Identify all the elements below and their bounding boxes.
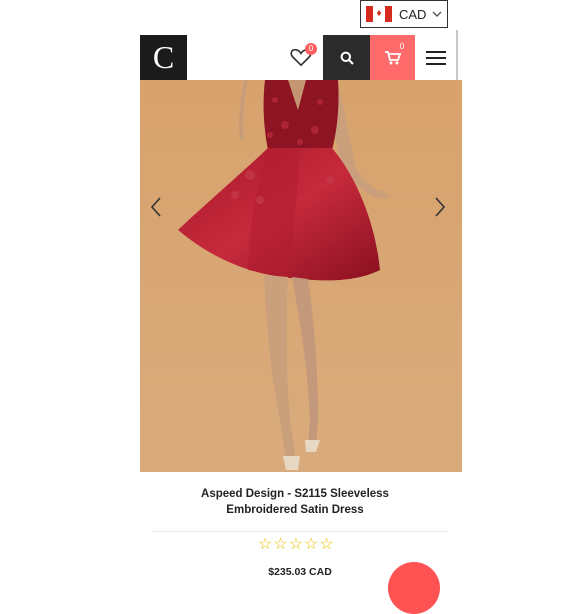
divider (152, 531, 448, 532)
chevron-left-icon[interactable] (148, 196, 164, 218)
star-icon: ☆ (273, 536, 288, 553)
star-icon: ☆ (319, 536, 334, 553)
cart-icon (384, 50, 401, 64)
product-photo (140, 80, 462, 472)
star-icon: ☆ (288, 536, 304, 553)
wishlist-button[interactable]: 0 (290, 43, 317, 69)
chevron-right-icon[interactable] (432, 196, 448, 218)
product-image[interactable] (140, 80, 462, 472)
logo[interactable]: C (140, 35, 187, 80)
rating-stars: ☆ ☆ ☆ ☆ ☆ (258, 537, 334, 553)
product-title-line1: Aspeed Design - S2115 Sleeveless (201, 488, 389, 500)
star-icon: ☆ (304, 536, 319, 553)
search-icon (340, 51, 354, 65)
cart-button[interactable]: 0 (370, 35, 415, 80)
currency-code: CAD (399, 6, 427, 22)
site-header: C 0 0 (140, 35, 458, 80)
cart-count-badge: 0 (399, 42, 405, 51)
hamburger-menu-icon[interactable] (424, 47, 448, 69)
canada-flag-icon: ♦ (366, 6, 392, 22)
product-title-line2: Embroidered Satin Dress (226, 504, 364, 516)
floating-action-button[interactable] (388, 562, 440, 614)
product-price: $235.03 CAD (268, 566, 332, 578)
wishlist-count-badge: 0 (305, 43, 317, 55)
product-title: Aspeed Design - S2115 Sleeveless Embroid… (160, 486, 430, 518)
chevron-down-icon (432, 11, 442, 17)
currency-selector[interactable]: ♦ CAD (360, 0, 448, 28)
search-button[interactable] (323, 35, 370, 80)
star-icon: ☆ (258, 536, 273, 553)
